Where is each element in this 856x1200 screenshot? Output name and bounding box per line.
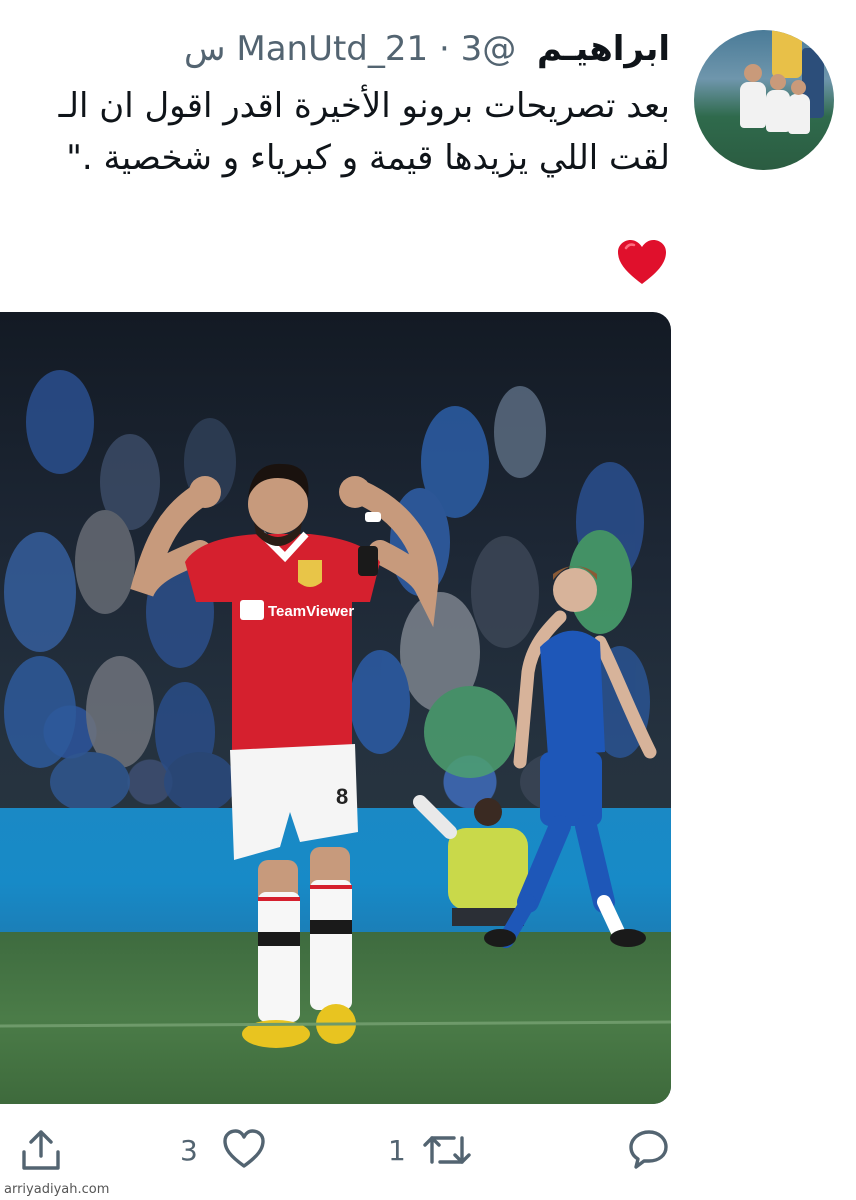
shirt-sponsor: TeamViewer <box>268 603 354 620</box>
tweet-card: ابراهيـم @ManUtd_21 · 3 س بعد تصريحات بر… <box>0 0 856 1200</box>
avatar-figure <box>791 80 806 95</box>
avatar[interactable] <box>694 30 834 170</box>
like-count: 3 <box>180 1134 198 1167</box>
players: TeamViewer 8 <box>0 463 671 1048</box>
share-icon[interactable] <box>20 1128 62 1172</box>
display-name[interactable]: ابراهيـم <box>537 29 670 69</box>
tweet-text: بعد تصريحات برونو الأخيرة اقدر اقول ان ا… <box>0 80 670 184</box>
steward-figure <box>413 795 528 926</box>
avatar-figure <box>770 74 786 90</box>
retweet-icon[interactable] <box>422 1130 472 1170</box>
separator: · <box>438 29 450 69</box>
avatar-figure <box>772 30 802 78</box>
tweet-media-image[interactable]: TeamViewer 8 <box>0 312 671 1104</box>
main-player-figure: TeamViewer 8 <box>130 463 439 1048</box>
tweet-text-line: بعد تصريحات برونو الأخيرة اقدر اقول ان ا… <box>58 86 670 126</box>
source-credit: arriyadiyah.com <box>4 1182 110 1197</box>
avatar-figure <box>740 82 766 128</box>
avatar-figure <box>744 64 762 82</box>
tweet-text-line: لقت اللي يزيدها قيمة و كبرياء و شخصية ." <box>66 138 670 178</box>
heart-outline-icon[interactable] <box>222 1128 266 1170</box>
reply-icon[interactable] <box>628 1128 670 1170</box>
avatar-figure <box>766 90 790 132</box>
shorts-number: 8 <box>336 784 348 809</box>
avatar-figure <box>788 94 810 134</box>
tweet-header: ابراهيـم @ManUtd_21 · 3 س <box>184 26 670 72</box>
heart-emoji-icon <box>618 240 666 284</box>
retweet-count: 1 <box>388 1134 406 1167</box>
